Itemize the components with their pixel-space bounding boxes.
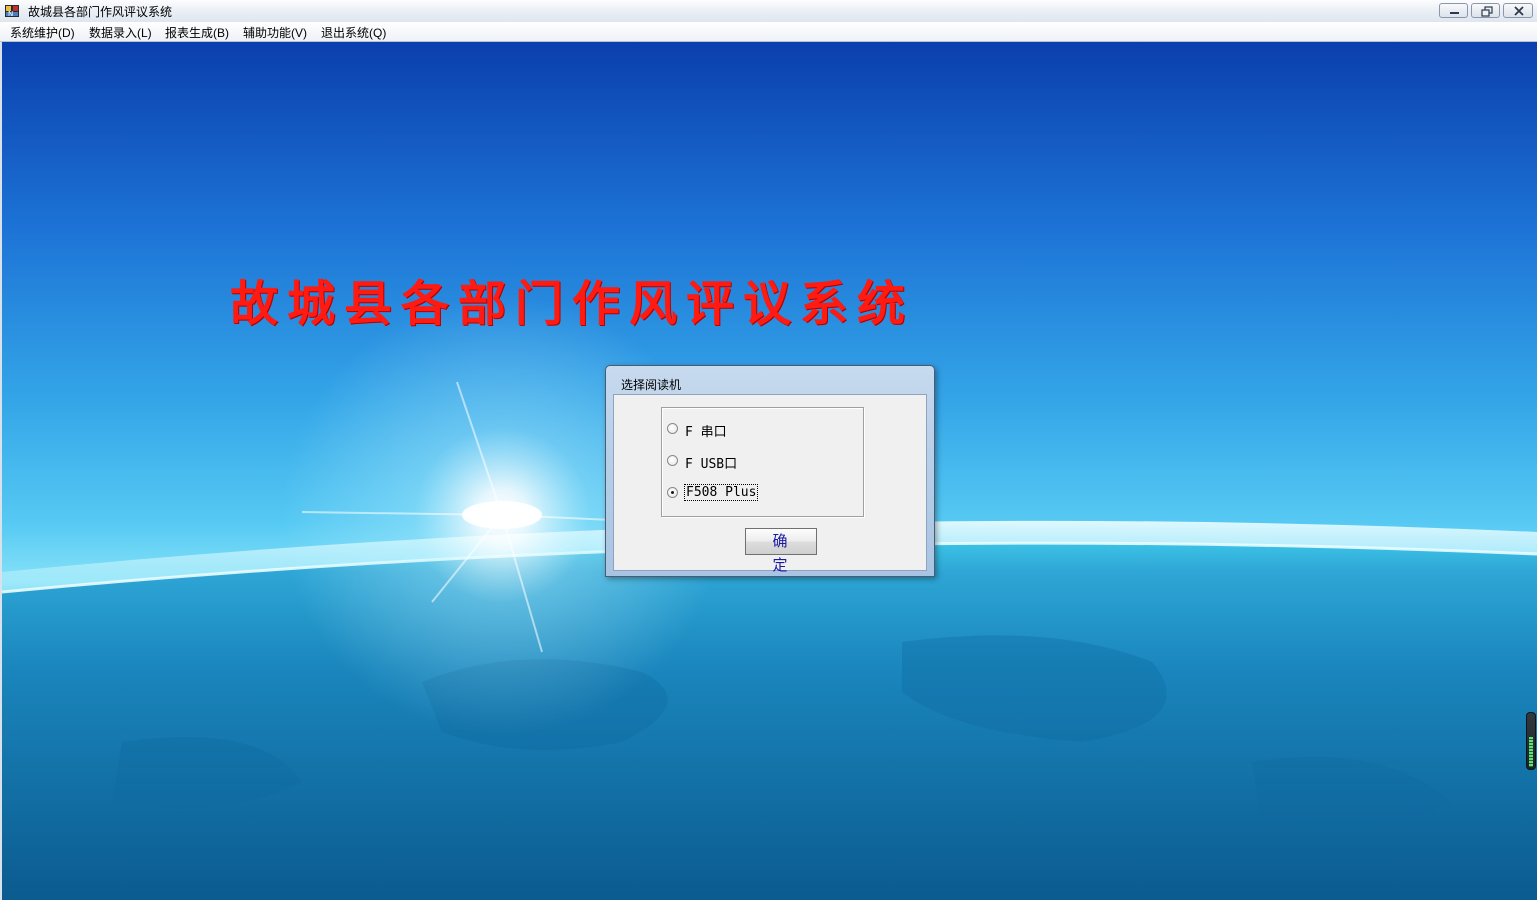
volume-meter-widget[interactable] <box>1526 712 1536 770</box>
app-window: N 故城县各部门作风评议系统 系统维护(D) 数据录入(L) 报表生成(B) 辅… <box>0 0 1537 900</box>
select-reader-dialog: 选择阅读机 F 串口 F USB口 F508 Plus 确 定 <box>605 365 935 577</box>
menu-exit-system[interactable]: 退出系统(Q) <box>321 24 386 41</box>
minimize-button[interactable] <box>1439 3 1468 18</box>
menu-system-maintenance[interactable]: 系统维护(D) <box>10 24 75 41</box>
radio-unselected-icon[interactable] <box>667 423 678 434</box>
radio-option-label: F508 Plus <box>683 484 759 501</box>
radio-unselected-icon[interactable] <box>667 455 678 466</box>
title-bar[interactable]: N 故城县各部门作风评议系统 <box>0 0 1537 23</box>
radio-option-f508-plus[interactable]: F508 Plus <box>667 484 857 504</box>
banner-title: 故城县各部门作风评议系统 <box>230 276 915 332</box>
dialog-title: 选择阅读机 <box>621 378 682 392</box>
window-title: 故城县各部门作风评议系统 <box>28 5 173 19</box>
app-icon: N <box>5 5 19 18</box>
radio-option-serial[interactable]: F 串口 <box>667 420 857 440</box>
menu-report-generation[interactable]: 报表生成(B) <box>165 24 229 41</box>
menu-data-entry[interactable]: 数据录入(L) <box>89 24 152 41</box>
radio-option-usb[interactable]: F USB口 <box>667 452 857 472</box>
restore-icon <box>1481 6 1493 17</box>
close-icon <box>1514 6 1524 16</box>
menu-auxiliary-functions[interactable]: 辅助功能(V) <box>243 24 307 41</box>
reader-options-group: F 串口 F USB口 F508 Plus <box>661 407 864 517</box>
radio-dot-icon <box>671 491 674 494</box>
svg-text:N: N <box>8 10 13 18</box>
level-bar <box>1529 737 1533 767</box>
radio-option-label: F USB口 <box>685 457 738 472</box>
minimize-icon <box>1450 12 1459 14</box>
menu-bar: 系统维护(D) 数据录入(L) 报表生成(B) 辅助功能(V) 退出系统(Q) <box>0 22 1537 42</box>
restore-button[interactable] <box>1471 3 1500 18</box>
ok-button[interactable]: 确 定 <box>745 528 817 574</box>
radio-selected-icon[interactable] <box>667 487 678 498</box>
close-button[interactable] <box>1503 3 1533 18</box>
radio-option-label: F 串口 <box>685 425 727 440</box>
dialog-body: F 串口 F USB口 F508 Plus 确 定 <box>613 394 927 574</box>
